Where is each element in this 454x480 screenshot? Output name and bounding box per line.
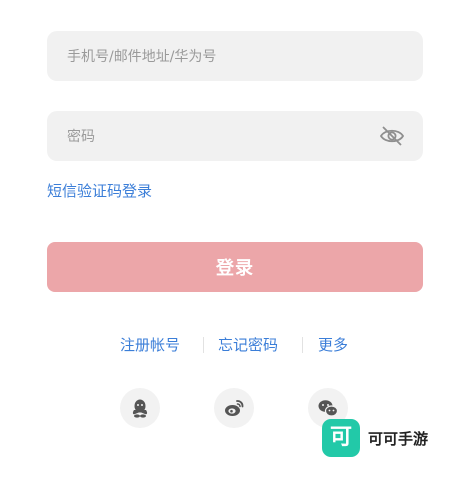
watermark-text: 可可手游 (368, 430, 429, 448)
account-links: 注册帐号 忘记密码 更多 (0, 334, 454, 358)
forgot-password-link[interactable]: 忘记密码 (218, 334, 278, 355)
password-input[interactable] (65, 111, 369, 163)
link-separator (203, 337, 204, 353)
login-page: 短信验证码登录 登录 注册帐号 忘记密码 更多 (0, 0, 454, 480)
watermark: 可 可可手游 (322, 419, 447, 459)
qq-login-button[interactable] (120, 388, 160, 428)
link-separator (302, 337, 303, 353)
eye-off-icon[interactable] (379, 124, 405, 148)
more-link[interactable]: 更多 (318, 334, 348, 355)
weibo-login-button[interactable] (214, 388, 254, 428)
password-field[interactable] (47, 111, 423, 163)
watermark-logo: 可 (322, 419, 360, 457)
account-field[interactable] (47, 31, 423, 83)
register-link[interactable]: 注册帐号 (120, 334, 180, 355)
account-input[interactable] (65, 31, 369, 83)
sms-login-link[interactable]: 短信验证码登录 (47, 180, 152, 201)
login-button[interactable]: 登录 (47, 242, 423, 292)
